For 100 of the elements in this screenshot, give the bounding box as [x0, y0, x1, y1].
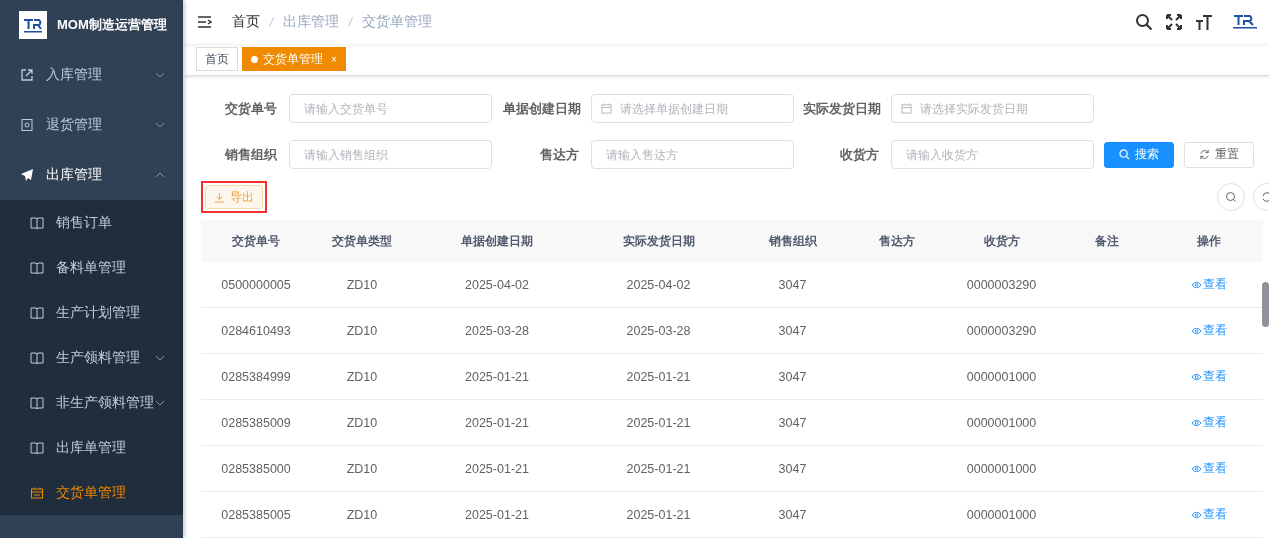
table-cell: ZD10	[346, 461, 378, 476]
calendar-icon	[30, 485, 44, 500]
table-cell: 0285384999	[221, 369, 291, 384]
chevron-icon	[155, 354, 165, 361]
input-field[interactable]: 请选择实际发货日期	[891, 94, 1094, 123]
download-icon	[214, 191, 225, 203]
table-cell: 0500000005	[221, 277, 291, 292]
table-cell: 2025-01-21	[465, 461, 529, 476]
search-toggle-button[interactable]	[1217, 183, 1245, 211]
chevron-icon	[155, 399, 165, 406]
menu-icon[interactable]	[198, 15, 212, 28]
table-cell: 2025-04-02	[465, 277, 529, 292]
view-link[interactable]: 查看	[1190, 414, 1227, 431]
submenu-item[interactable]: 备料单管理	[0, 245, 183, 290]
field-label: 销售组织	[223, 145, 278, 164]
table-cell: 3047	[778, 415, 807, 430]
table-cell: 3047	[778, 507, 807, 522]
calendar-icon	[601, 103, 612, 114]
submenu-item[interactable]: 销售订单	[0, 200, 183, 245]
tab[interactable]: 首页	[196, 47, 238, 72]
table-cell: 2025-03-28	[465, 323, 529, 338]
calendar-icon	[901, 103, 912, 114]
breadcrumb-separator	[348, 16, 353, 27]
view-link[interactable]: 查看	[1190, 322, 1227, 339]
field-label: 实际发货日期	[803, 99, 882, 118]
eye-icon	[1190, 464, 1202, 473]
table-cell: 2025-01-21	[626, 369, 691, 384]
search-icon	[1119, 149, 1130, 160]
field-label: 售达方	[539, 145, 580, 164]
input-field[interactable]: 请选择单据创建日期	[591, 94, 794, 123]
submenu-item[interactable]: 生产计划管理	[0, 290, 183, 335]
chevron-icon	[155, 122, 165, 128]
submenu-item[interactable]: 生产领料管理	[0, 335, 183, 380]
font-size-icon[interactable]	[1195, 12, 1213, 31]
field-label: 交货单号	[224, 99, 278, 118]
table-cell: 0000003290	[966, 277, 1037, 292]
book-icon	[30, 440, 44, 455]
table-cell: 0000001000	[966, 369, 1037, 384]
menu-item[interactable]: 入库管理	[0, 50, 183, 100]
input-field[interactable]: 请输入交货单号	[289, 94, 492, 123]
chevron-icon	[155, 72, 165, 78]
breadcrumb-separator	[269, 16, 274, 27]
table-cell: 2025-01-21	[465, 507, 529, 522]
table-cell: ZD10	[346, 323, 378, 338]
book-icon	[30, 305, 44, 320]
refresh-icon	[1199, 149, 1210, 160]
table-cell: 0285385000	[221, 461, 291, 476]
table-cell: 0285385009	[221, 415, 291, 430]
eye-icon	[1190, 418, 1202, 427]
table-cell: 2025-01-21	[626, 461, 691, 476]
column-header: 备注	[1094, 233, 1119, 248]
column-header: 实际发货日期	[622, 233, 695, 248]
table-cell: 2025-03-28	[626, 323, 691, 338]
menu-item[interactable]: 退货管理	[0, 100, 183, 150]
chevron-icon	[155, 172, 165, 178]
book-icon	[30, 215, 44, 230]
table-cell: 3047	[778, 369, 807, 384]
table-cell: 3047	[778, 461, 807, 476]
menu-item[interactable]: 出库管理	[0, 150, 183, 200]
column-header: 交货单类型	[332, 233, 392, 248]
submenu-item[interactable]: 交货单管理	[0, 470, 183, 515]
input-field[interactable]: 请输入收货方	[891, 140, 1094, 169]
search-icon[interactable]	[1135, 12, 1153, 31]
table-cell: 2025-01-21	[626, 415, 691, 430]
table-cell: 2025-01-21	[465, 415, 529, 430]
input-field[interactable]: 请输入售达方	[591, 140, 794, 169]
table-cell: 0285385005	[221, 507, 291, 522]
view-link[interactable]: 查看	[1190, 276, 1227, 293]
table-cell: 0000003290	[966, 323, 1037, 338]
field-label: 收货方	[839, 145, 880, 164]
table-cell: 0000001000	[966, 461, 1037, 476]
book-icon	[30, 260, 44, 275]
view-link[interactable]: 查看	[1190, 368, 1227, 385]
view-link[interactable]: 查看	[1190, 506, 1227, 523]
table-cell: ZD10	[346, 277, 378, 292]
search-icon	[1225, 191, 1237, 203]
logo-icon	[1231, 12, 1259, 31]
fullscreen-icon[interactable]	[1165, 12, 1183, 31]
input-field[interactable]: 请输入销售组织	[289, 140, 492, 169]
table-cell: 2025-04-02	[626, 277, 691, 292]
eye-icon	[1190, 280, 1202, 289]
submenu-item[interactable]: 出库单管理	[0, 425, 183, 470]
table-cell: 0000001000	[966, 507, 1037, 522]
table-cell: 3047	[778, 323, 807, 338]
column-header: 交货单号	[232, 233, 280, 248]
table-cell: 0284610493	[221, 323, 291, 338]
breadcrumb-item[interactable]: 首页	[232, 12, 260, 31]
eye-icon	[1190, 510, 1202, 519]
table-cell: ZD10	[346, 415, 378, 430]
column-header: 销售组织	[768, 233, 817, 248]
table-cell: 0000001000	[966, 415, 1037, 430]
view-link[interactable]: 查看	[1190, 460, 1227, 477]
eye-icon	[1190, 372, 1202, 381]
field-label: 单据创建日期	[503, 99, 582, 118]
eye-icon	[1190, 326, 1202, 335]
table-cell: ZD10	[346, 507, 378, 522]
submenu-item[interactable]: 非生产领料管理	[0, 380, 183, 425]
book-icon	[30, 395, 44, 410]
reset-button[interactable]: 重置	[1184, 141, 1254, 168]
table-cell: ZD10	[346, 369, 378, 384]
